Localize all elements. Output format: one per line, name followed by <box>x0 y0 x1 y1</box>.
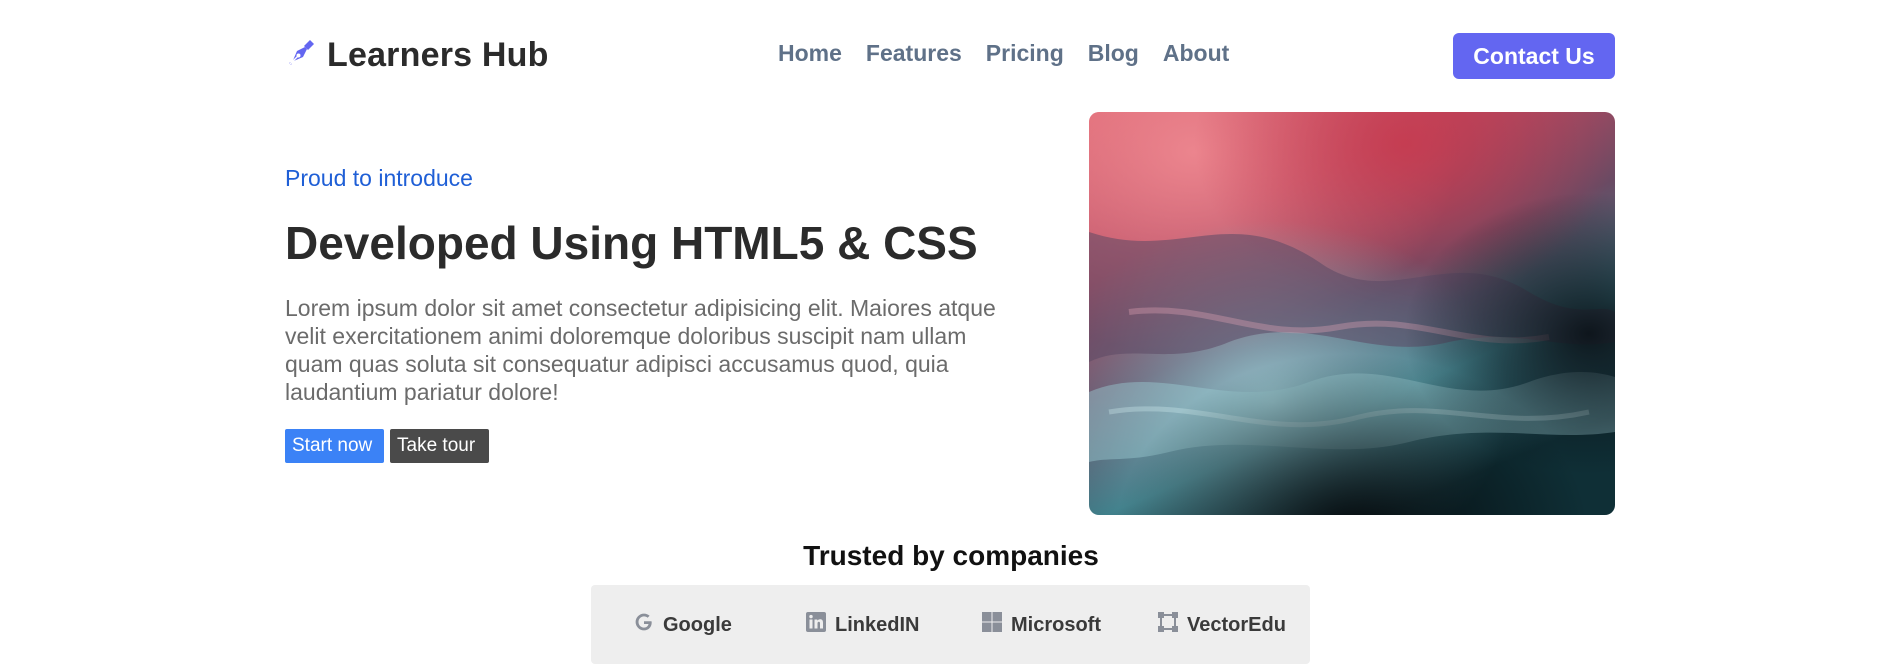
contact-us-button[interactable]: Contact Us <box>1453 33 1615 79</box>
hero-headline: Developed Using HTML5 & CSS <box>285 217 978 269</box>
nav-about[interactable]: About <box>1163 40 1229 67</box>
company-vectoredu: VectorEdu <box>1157 611 1286 639</box>
company-linkedin: LinkedIN <box>805 611 919 639</box>
company-name: Microsoft <box>1011 613 1101 636</box>
company-microsoft: Microsoft <box>981 611 1101 639</box>
company-name: Google <box>663 613 732 636</box>
trusted-title: Trusted by companies <box>803 540 1099 571</box>
nav-blog[interactable]: Blog <box>1088 40 1139 67</box>
brand[interactable]: Learners Hub <box>285 36 549 75</box>
company-google: Google <box>633 611 732 639</box>
brand-name: Learners Hub <box>327 36 549 74</box>
main-nav: Home Features Pricing Blog About <box>778 40 1229 67</box>
start-now-button[interactable]: Start now <box>285 429 384 463</box>
company-logos: Google LinkedIN Microsoft VectorEdu <box>591 585 1310 664</box>
microsoft-icon <box>981 611 1003 639</box>
linkedin-icon <box>805 611 827 639</box>
hero-eyebrow: Proud to introduce <box>285 165 473 191</box>
hero-lead: Lorem ipsum dolor sit amet consectetur a… <box>285 295 996 405</box>
vector-icon <box>1157 611 1179 639</box>
take-tour-button[interactable]: Take tour <box>390 429 489 463</box>
company-name: LinkedIN <box>835 613 920 636</box>
hero-actions: Start now Take tour <box>285 429 489 463</box>
company-name: VectorEdu <box>1187 613 1286 636</box>
hero-image <box>1089 112 1615 515</box>
nav-home[interactable]: Home <box>778 40 842 67</box>
nav-features[interactable]: Features <box>866 40 962 67</box>
nav-pricing[interactable]: Pricing <box>986 40 1064 67</box>
pen-nib-icon <box>285 37 317 74</box>
google-icon <box>633 611 655 639</box>
